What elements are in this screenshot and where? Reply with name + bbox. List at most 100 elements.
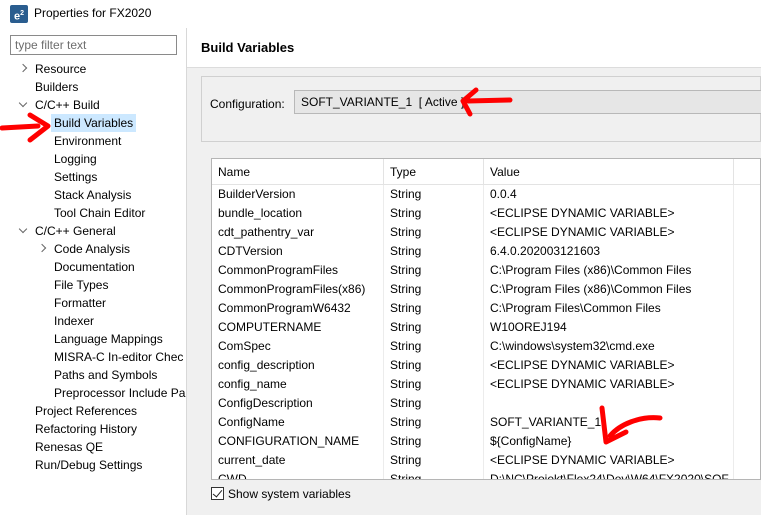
tree-item-c-c-general[interactable]: C/C++ General	[35, 222, 116, 240]
cell-name: CommonProgramW6432	[212, 299, 384, 318]
cell-extra	[734, 185, 760, 204]
cell-type: String	[384, 318, 484, 337]
tree-item-logging[interactable]: Logging	[54, 150, 97, 168]
cell-name: config_name	[212, 375, 384, 394]
property-tree: Resource Builders C/C++ Build Build Variabl…	[0, 60, 186, 515]
cell-name: current_date	[212, 451, 384, 470]
cell-type: String	[384, 394, 484, 413]
tree-item-settings[interactable]: Settings	[54, 168, 97, 186]
configuration-group: Configuration: SOFT_VARIANTE_1 [ Active …	[201, 76, 761, 142]
tree-item-indexer[interactable]: Indexer	[54, 312, 94, 330]
cell-extra	[734, 204, 760, 223]
tree-item-documentation[interactable]: Documentation	[54, 258, 135, 276]
cell-extra	[734, 299, 760, 318]
cell-value: D:\NC\Projekt\Flex24\Dev\W64\FX2020\SOF	[484, 470, 734, 479]
cell-value: ${ConfigName}	[484, 432, 734, 451]
table-row[interactable]: config_name String <ECLIPSE DYNAMIC VARIAB…	[212, 375, 760, 394]
cell-value: <ECLIPSE DYNAMIC VARIABLE>	[484, 204, 734, 223]
cell-type: String	[384, 242, 484, 261]
table-row[interactable]: config_description String <ECLIPSE DYNAMIC…	[212, 356, 760, 375]
tree-item-c-c-build[interactable]: C/C++ Build	[35, 96, 100, 114]
show-system-variables-label: Show system variables	[228, 487, 351, 501]
cell-type: String	[384, 280, 484, 299]
page-header: Build Variables	[187, 28, 761, 68]
cell-type: String	[384, 299, 484, 318]
cell-extra	[734, 451, 760, 470]
table-row[interactable]: current_date String <ECLIPSE DYNAMIC VARIA…	[212, 451, 760, 470]
cell-value: SOFT_VARIANTE_1	[484, 413, 734, 432]
chevron-right-icon[interactable]	[18, 60, 28, 78]
tree-item-code-analysis[interactable]: Code Analysis	[54, 240, 130, 258]
table-row[interactable]: cdt_pathentry_var String <ECLIPSE DYNAMIC …	[212, 223, 760, 242]
cell-name: ConfigDescription	[212, 394, 384, 413]
tree-item-language-mappings[interactable]: Language Mappings	[54, 330, 163, 348]
show-system-variables-checkbox[interactable]	[211, 487, 224, 500]
cell-extra	[734, 280, 760, 299]
cell-value: 6.4.0.202003121603	[484, 242, 734, 261]
tree-item-build-variables[interactable]: Build Variables	[51, 114, 137, 132]
tree-item-resource[interactable]: Resource	[35, 60, 86, 78]
cell-type: String	[384, 413, 484, 432]
cell-name: config_description	[212, 356, 384, 375]
cell-value: C:\Program Files (x86)\Common Files	[484, 280, 734, 299]
cell-type: String	[384, 185, 484, 204]
tree-item-preprocessor-include-pa[interactable]: Preprocessor Include Pa	[54, 384, 185, 402]
right-pane: Build Variables Configuration: SOFT_VARI…	[187, 28, 761, 515]
cell-name: ConfigName	[212, 413, 384, 432]
tree-item-stack-analysis[interactable]: Stack Analysis	[54, 186, 131, 204]
column-header-name[interactable]: Name	[212, 159, 384, 185]
cell-name: BuilderVersion	[212, 185, 384, 204]
chevron-down-icon[interactable]	[18, 222, 28, 240]
tree-item-refactoring-history[interactable]: Refactoring History	[35, 420, 137, 438]
configuration-select[interactable]: SOFT_VARIANTE_1 [ Active ]	[294, 90, 761, 114]
cell-value: <ECLIPSE DYNAMIC VARIABLE>	[484, 223, 734, 242]
cell-name: CommonProgramFiles(x86)	[212, 280, 384, 299]
tree-item-formatter[interactable]: Formatter	[54, 294, 106, 312]
cell-name: CDTVersion	[212, 242, 384, 261]
cell-extra	[734, 337, 760, 356]
tree-item-renesas-qe[interactable]: Renesas QE	[35, 438, 103, 456]
tree-item-misra-c-in-editor-chec[interactable]: MISRA-C In-editor Chec	[54, 348, 183, 366]
cell-type: String	[384, 451, 484, 470]
table-row[interactable]: CDTVersion String 6.4.0.202003121603	[212, 242, 760, 261]
table-row[interactable]: bundle_location String <ECLIPSE DYNAMIC VA…	[212, 204, 760, 223]
cell-extra	[734, 223, 760, 242]
tree-item-run-debug-settings[interactable]: Run/Debug Settings	[35, 456, 142, 474]
cell-type: String	[384, 204, 484, 223]
table-row[interactable]: CommonProgramW6432 String C:\Program Files…	[212, 299, 760, 318]
column-header-type[interactable]: Type	[384, 159, 484, 185]
window-title: Properties for FX2020	[34, 6, 152, 20]
table-row[interactable]: ConfigDescription String	[212, 394, 760, 413]
tree-item-paths-and-symbols[interactable]: Paths and Symbols	[54, 366, 157, 384]
table-row[interactable]: CONFIGURATION_NAME String ${ConfigName}	[212, 432, 760, 451]
cell-extra	[734, 356, 760, 375]
table-row[interactable]: CommonProgramFiles(x86) String C:\Program …	[212, 280, 760, 299]
table-row[interactable]: COMPUTERNAME String W10OREJ194	[212, 318, 760, 337]
table-row[interactable]: ConfigName String SOFT_VARIANTE_1	[212, 413, 760, 432]
filter-input[interactable]	[10, 35, 177, 55]
table-row[interactable]: CommonProgramFiles String C:\Program Files…	[212, 261, 760, 280]
variables-table: Name Type Value BuilderVersion String 0.0.…	[211, 158, 761, 480]
cell-type: String	[384, 261, 484, 280]
cell-name: bundle_location	[212, 204, 384, 223]
cell-extra	[734, 261, 760, 280]
table-row[interactable]: CWD String D:\NC\Projekt\Flex24\Dev\W64\FX…	[212, 470, 760, 479]
cell-type: String	[384, 375, 484, 394]
tree-item-project-references[interactable]: Project References	[35, 402, 137, 420]
tree-item-builders[interactable]: Builders	[35, 78, 78, 96]
chevron-down-icon[interactable]	[18, 96, 28, 114]
configuration-label: Configuration:	[210, 97, 285, 111]
cell-type: String	[384, 432, 484, 451]
tree-item-file-types[interactable]: File Types	[54, 276, 108, 294]
cell-name: COMPUTERNAME	[212, 318, 384, 337]
cell-extra	[734, 413, 760, 432]
configuration-value: SOFT_VARIANTE_1 [ Active ]	[301, 95, 465, 109]
table-row[interactable]: BuilderVersion String 0.0.4	[212, 185, 760, 204]
chevron-right-icon[interactable]	[37, 240, 47, 258]
tree-item-environment[interactable]: Environment	[54, 132, 121, 150]
table-row[interactable]: ComSpec String C:\windows\system32\cmd.exe	[212, 337, 760, 356]
table-header: Name Type Value	[212, 159, 760, 185]
column-header-value[interactable]: Value	[484, 159, 734, 185]
tree-item-tool-chain-editor[interactable]: Tool Chain Editor	[54, 204, 145, 222]
cell-type: String	[384, 356, 484, 375]
